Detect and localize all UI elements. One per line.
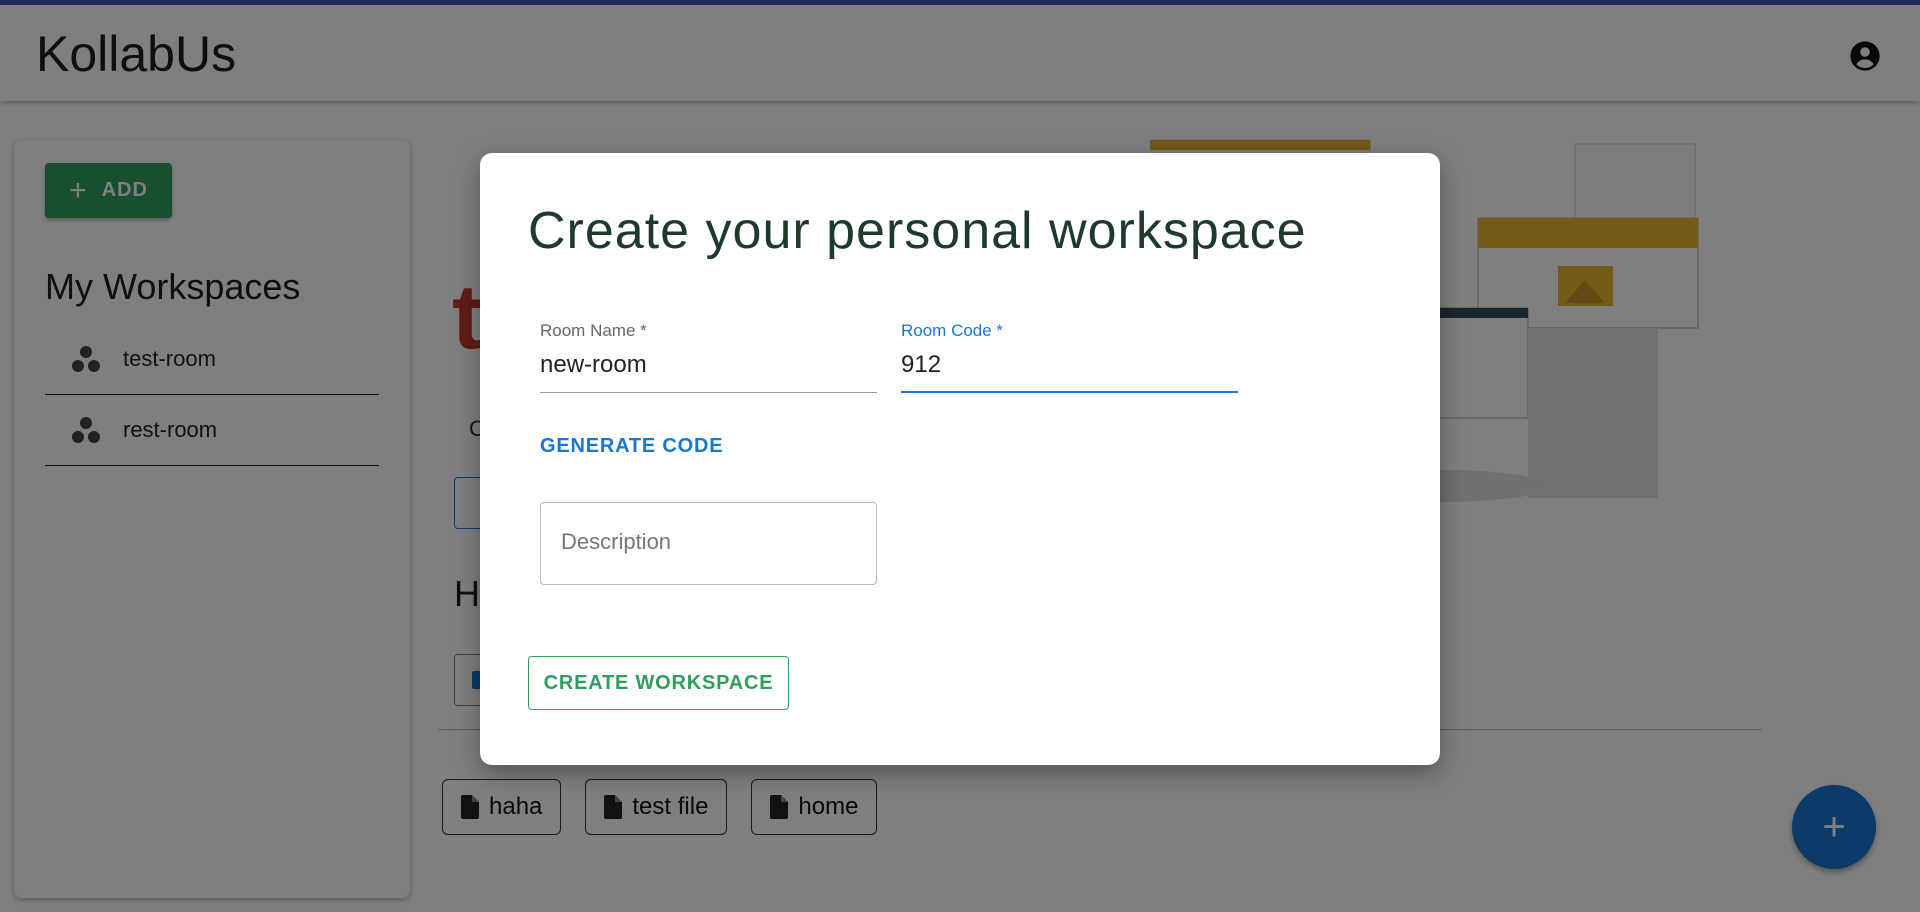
dialog-title: Create your personal workspace xyxy=(528,202,1307,260)
room-code-input[interactable]: 912 xyxy=(901,351,1238,393)
room-name-field[interactable]: Room Name * new-room xyxy=(540,321,877,393)
create-workspace-dialog: Create your personal workspace Room Name… xyxy=(480,153,1440,765)
description-input[interactable]: Description xyxy=(540,502,877,585)
room-code-label: Room Code * xyxy=(901,321,1004,340)
room-code-field[interactable]: Room Code * 912 xyxy=(901,321,1238,393)
create-workspace-button[interactable]: CREATE WORKSPACE xyxy=(528,656,789,710)
room-name-label: Room Name * xyxy=(540,321,647,340)
generate-code-button[interactable]: GENERATE CODE xyxy=(540,435,723,458)
room-name-input[interactable]: new-room xyxy=(540,351,877,393)
